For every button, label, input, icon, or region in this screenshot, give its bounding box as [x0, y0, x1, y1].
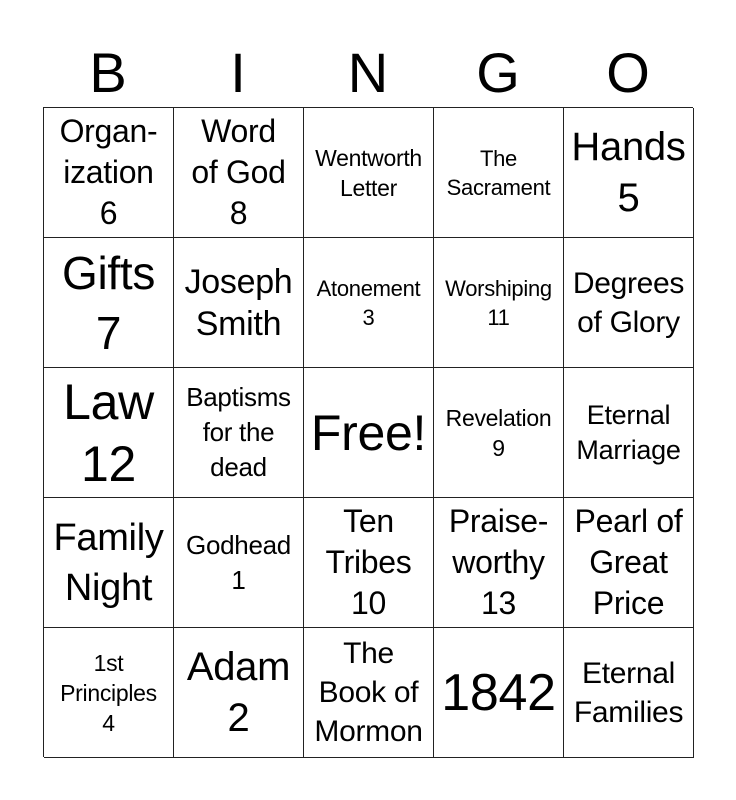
bingo-cell-o5[interactable]: Eternal Families: [564, 628, 694, 758]
bingo-cell-label: 1st Principles 4: [60, 649, 157, 736]
bingo-cell-label: Revelation 9: [445, 404, 552, 461]
bingo-cell-label: The Sacrament: [446, 145, 551, 200]
bingo-cell-g4[interactable]: Praise- worthy 13: [434, 498, 564, 628]
bingo-cell-label: Law 12: [63, 373, 154, 492]
bingo-cell-b4[interactable]: Family Night: [44, 498, 174, 628]
header-letter-b: B: [89, 41, 127, 104]
bingo-cell-label: Worshiping 11: [445, 275, 552, 330]
bingo-cell-g3[interactable]: Revelation 9: [434, 368, 564, 498]
header-letter-n: N: [347, 41, 389, 104]
bingo-cell-label: Godhead 1: [186, 529, 291, 595]
bingo-cell-label: Degrees of Glory: [572, 266, 685, 339]
bingo-grid: Organ- ization 6 Word of God 8 Wentworth L…: [43, 107, 694, 758]
bingo-cell-b3[interactable]: Law 12: [44, 368, 174, 498]
bingo-cell-i3[interactable]: Baptisms for the dead: [174, 368, 304, 498]
bingo-cell-label: Atonement 3: [316, 275, 421, 330]
bingo-cell-o1[interactable]: Hands 5: [564, 108, 694, 238]
bingo-cell-label: Baptisms for the dead: [186, 382, 291, 482]
bingo-cell-label: Free!: [310, 404, 427, 461]
bingo-cell-i2[interactable]: Joseph Smith: [174, 238, 304, 368]
bingo-cell-o3[interactable]: Eternal Marriage: [564, 368, 694, 498]
bingo-cell-label: Joseph Smith: [184, 262, 293, 343]
bingo-cell-n1[interactable]: Wentworth Letter: [304, 108, 434, 238]
bingo-cell-n5[interactable]: The Book of Mormon: [304, 628, 434, 758]
bingo-cell-o4[interactable]: Pearl of Great Price: [564, 498, 694, 628]
bingo-cell-i4[interactable]: Godhead 1: [174, 498, 304, 628]
bingo-cell-label: Wentworth Letter: [315, 144, 422, 201]
bingo-cell-label: Hands 5: [571, 124, 686, 220]
bingo-cell-label: Ten Tribes 10: [325, 503, 412, 621]
bingo-cell-label: Organ- ization 6: [59, 113, 158, 231]
bingo-cell-label: Eternal Marriage: [576, 399, 681, 465]
bingo-cell-label: 1842: [441, 663, 556, 722]
bingo-cell-label: Gifts 7: [61, 246, 156, 359]
bingo-cell-n4[interactable]: Ten Tribes 10: [304, 498, 434, 628]
bingo-cell-b5[interactable]: 1st Principles 4: [44, 628, 174, 758]
bingo-cell-b1[interactable]: Organ- ization 6: [44, 108, 174, 238]
bingo-cell-label: The Book of Mormon: [314, 637, 423, 748]
bingo-cell-label: Adam 2: [186, 644, 291, 740]
bingo-cell-i1[interactable]: Word of God 8: [174, 108, 304, 238]
bingo-cell-g5[interactable]: 1842: [434, 628, 564, 758]
header-letter-i: I: [230, 41, 246, 104]
bingo-cell-n3[interactable]: Free!: [304, 368, 434, 498]
bingo-cell-label: Word of God 8: [191, 113, 286, 231]
bingo-header: B I N G O: [43, 40, 693, 106]
header-letter-g: G: [476, 41, 520, 104]
bingo-cell-label: Family Night: [53, 516, 164, 609]
bingo-cell-label: Praise- worthy 13: [448, 503, 549, 621]
bingo-cell-n2[interactable]: Atonement 3: [304, 238, 434, 368]
bingo-cell-b2[interactable]: Gifts 7: [44, 238, 174, 368]
bingo-cell-g2[interactable]: Worshiping 11: [434, 238, 564, 368]
header-letter-o: O: [606, 41, 650, 104]
bingo-cell-i5[interactable]: Adam 2: [174, 628, 304, 758]
bingo-cell-label: Pearl of Great Price: [574, 503, 683, 621]
bingo-cell-label: Eternal Families: [573, 656, 684, 729]
bingo-cell-g1[interactable]: The Sacrament: [434, 108, 564, 238]
bingo-cell-o2[interactable]: Degrees of Glory: [564, 238, 694, 368]
